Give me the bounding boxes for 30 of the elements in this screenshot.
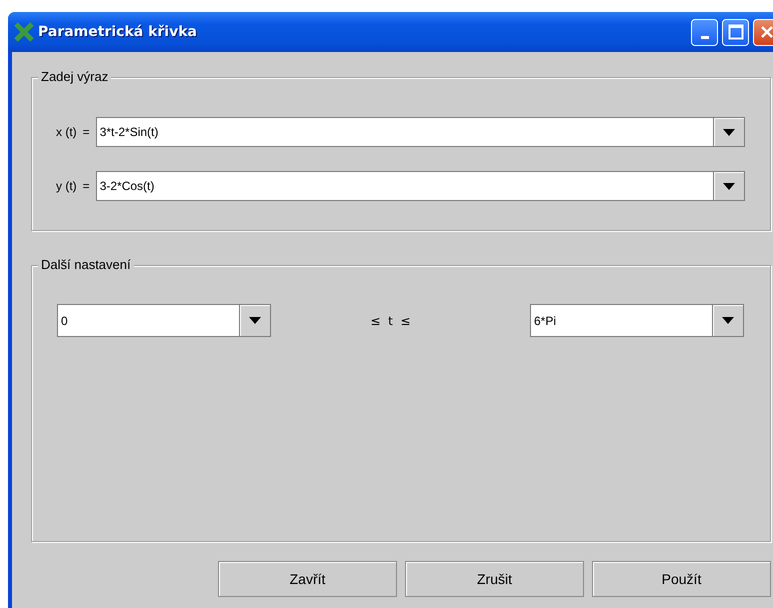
group-legend: Další nastavení (38, 257, 134, 272)
dropdown-button[interactable] (713, 171, 745, 201)
range-relation: ≤ t ≤ (369, 314, 412, 328)
equals-label: = (82, 179, 90, 193)
maximize-button[interactable] (722, 18, 749, 46)
dialog-button[interactable]: Zavřít (218, 561, 397, 597)
caret-icon (723, 182, 735, 190)
maximize-icon (728, 24, 744, 40)
dialog-button[interactable]: Zrušit (405, 561, 584, 597)
close-icon (760, 25, 773, 39)
equals-label: = (82, 125, 90, 139)
caret-icon (249, 317, 261, 324)
dropdown-button[interactable] (712, 304, 744, 337)
combo-field[interactable]: 3*t-2*Sin(t) (96, 117, 713, 147)
variable-label: x (t) (56, 125, 77, 139)
dropdown-button[interactable] (713, 117, 745, 147)
caret-icon (722, 317, 734, 324)
minimize-icon (700, 36, 708, 38)
window-title: Parametrická křivka (38, 24, 198, 40)
combo-field[interactable]: 3-2*Cos(t) (96, 171, 713, 201)
combo-field[interactable]: 6*Pi (530, 304, 712, 337)
combo-field[interactable]: 0 (57, 304, 239, 337)
app-icon (14, 22, 34, 42)
minimize-button[interactable] (691, 18, 718, 46)
dialog-button[interactable]: Použít (592, 561, 771, 597)
variable-label: y (t) (56, 179, 77, 193)
dropdown-button[interactable] (239, 304, 271, 337)
group-legend: Zadej výraz (38, 69, 112, 84)
caret-icon (723, 128, 735, 136)
close-button[interactable] (753, 18, 773, 46)
